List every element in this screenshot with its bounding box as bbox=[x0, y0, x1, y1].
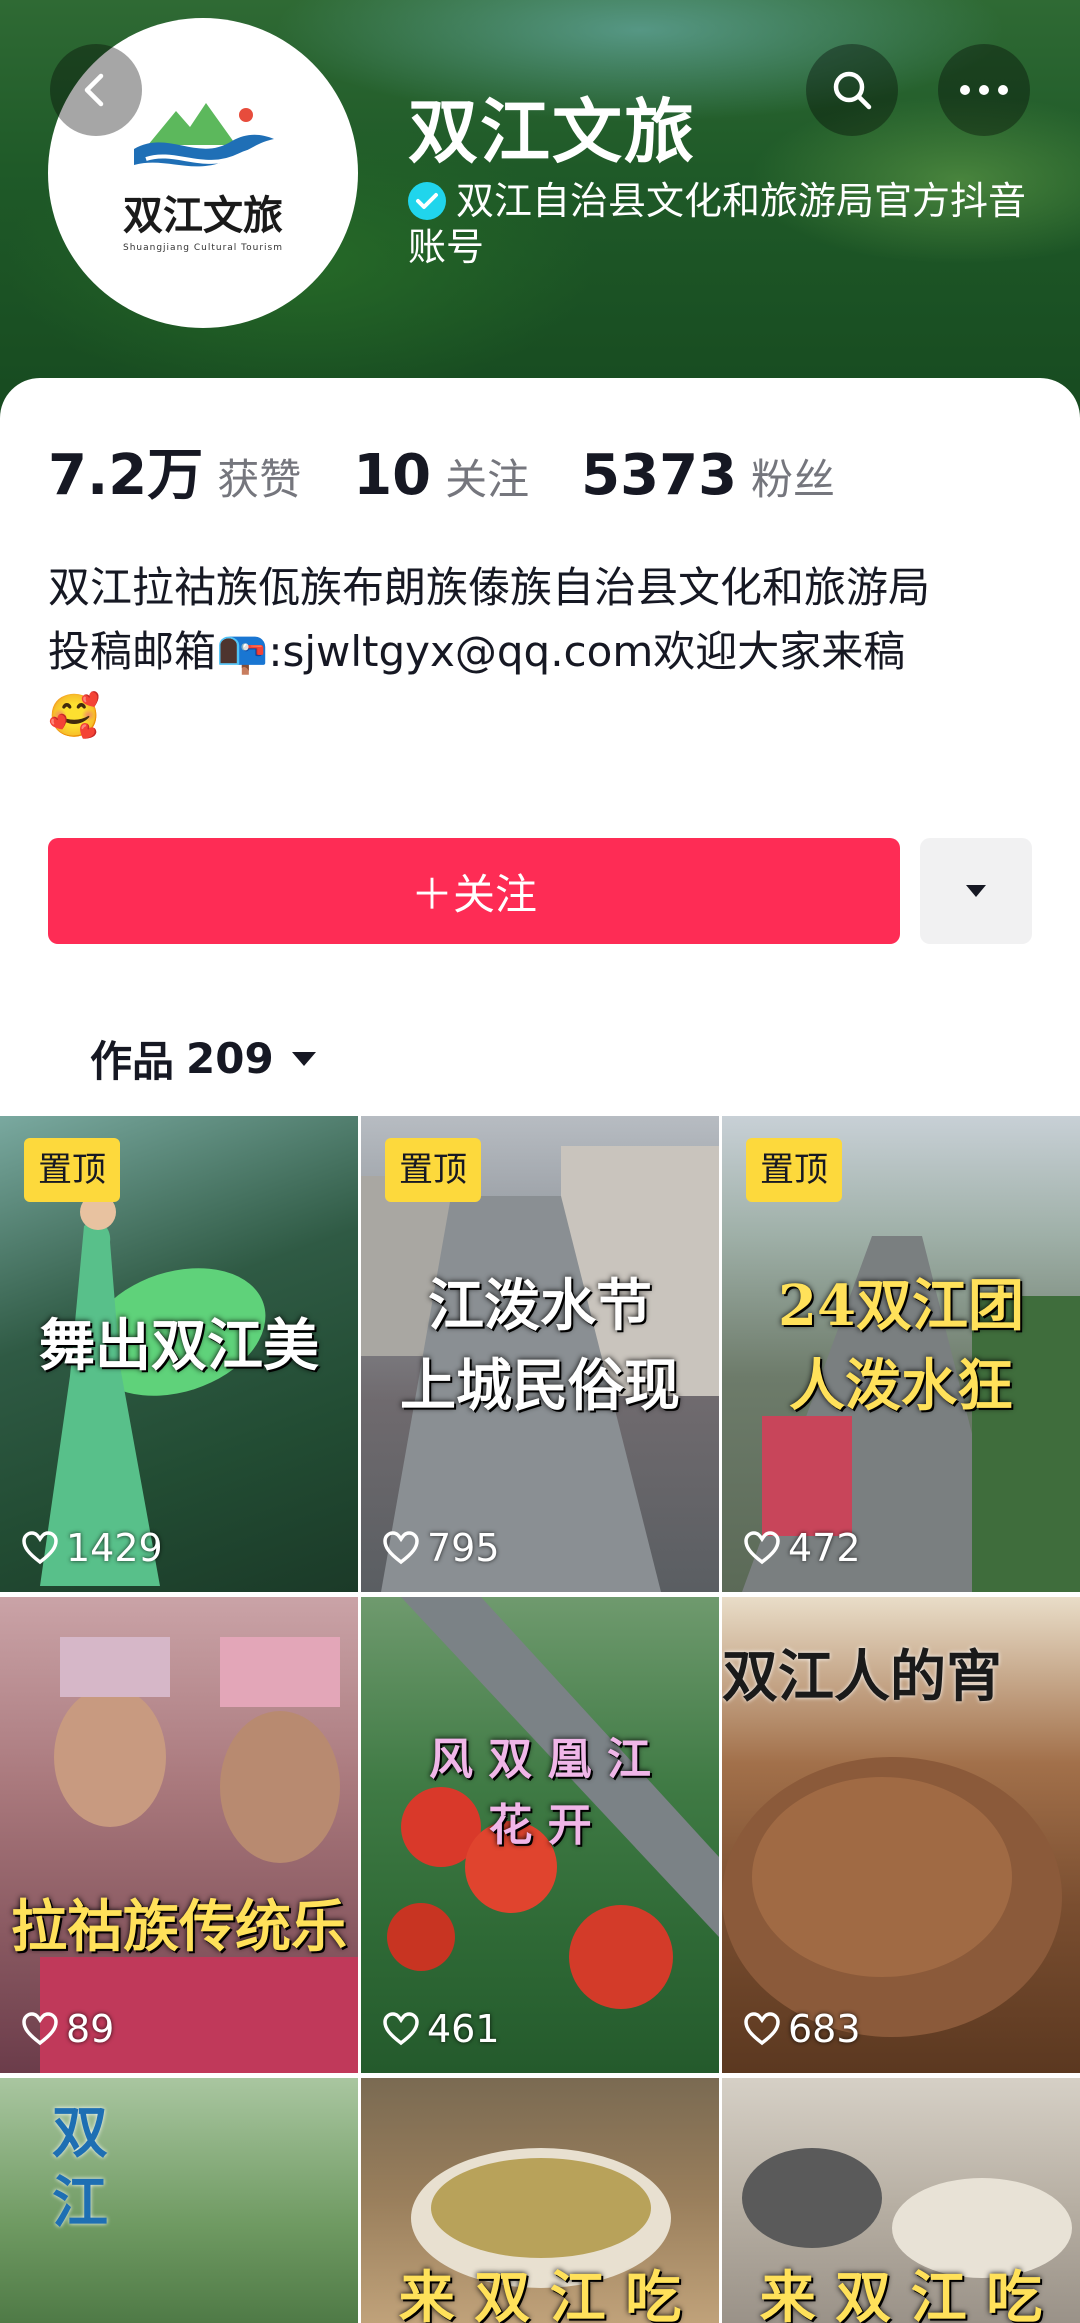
tab-works-count: 209 bbox=[186, 1034, 274, 1083]
elders-portrait-art bbox=[40, 1637, 358, 2073]
pinned-badge: 置顶 bbox=[24, 1138, 120, 1202]
heart-icon bbox=[383, 1531, 419, 1565]
video-likes: 472 bbox=[744, 1526, 861, 1570]
video-likes: 461 bbox=[383, 2007, 500, 2051]
video-title: 双 江 bbox=[52, 2100, 108, 2236]
video-tile[interactable]: 置顶 江泼水节 上城民俗现 795 bbox=[361, 1116, 719, 1592]
video-tile[interactable]: 置顶 舞出双江美 1429 bbox=[0, 1116, 358, 1592]
video-likes-count: 1429 bbox=[66, 1526, 163, 1570]
video-likes: 1429 bbox=[22, 1526, 163, 1570]
video-likes-count: 795 bbox=[427, 1526, 500, 1570]
video-tile[interactable]: 双江人的宵 683 bbox=[722, 1597, 1080, 2073]
video-title: 江泼水节 上城民俗现 bbox=[400, 1273, 680, 1419]
heart-icon bbox=[22, 1531, 58, 1565]
tab-works-label: 作品 bbox=[90, 1037, 175, 1086]
video-grid: 置顶 舞出双江美 1429 置顶 江泼水节 上城民俗现 795 置顶 24双江团… bbox=[0, 1116, 1080, 2323]
video-likes: 89 bbox=[22, 2007, 114, 2051]
tab-works[interactable]: 作品 209 bbox=[90, 1028, 318, 1089]
video-likes-count: 683 bbox=[788, 2007, 861, 2051]
video-tile[interactable]: 置顶 24双江团 人泼水狂 472 bbox=[722, 1116, 1080, 1592]
search-button[interactable] bbox=[806, 44, 898, 136]
video-likes-count: 461 bbox=[427, 2007, 500, 2051]
search-icon bbox=[833, 71, 872, 110]
video-likes-count: 472 bbox=[788, 1526, 861, 1570]
verified-text: 双江自治县文化和旅游局官方抖音账号 bbox=[408, 179, 1027, 269]
followers-count[interactable]: 5373 bbox=[581, 443, 737, 508]
following-count[interactable]: 10 bbox=[353, 443, 431, 508]
heart-icon bbox=[383, 2012, 419, 2046]
pinned-badge: 置顶 bbox=[746, 1138, 842, 1202]
more-dots-icon bbox=[960, 85, 1008, 95]
account-name: 双江文旅 bbox=[408, 91, 696, 173]
video-title: 来 双 江 吃 bbox=[398, 2265, 682, 2323]
follow-button[interactable]: ＋关注 bbox=[48, 838, 900, 944]
video-title: 拉祜族传统乐 bbox=[11, 1894, 347, 1960]
followers-label[interactable]: 粉丝 bbox=[751, 446, 835, 507]
video-title: 24双江团 人泼水狂 bbox=[778, 1273, 1024, 1419]
video-likes-count: 89 bbox=[66, 2007, 115, 2051]
pinned-badge: 置顶 bbox=[385, 1138, 481, 1202]
more-button[interactable] bbox=[938, 44, 1030, 136]
bio: 双江拉祜族佤族布朗族傣族自治县文化和旅游局 投稿邮箱📭:sjwltgyx@qq.… bbox=[48, 556, 1038, 748]
verified-check-icon bbox=[408, 182, 446, 220]
stats-row: 7.2万 获赞 10 关注 5373 粉丝 bbox=[48, 430, 887, 508]
video-likes: 683 bbox=[744, 2007, 861, 2051]
bio-email: :sjwltgyx@qq.com欢迎大家来稿 bbox=[268, 627, 906, 676]
video-likes: 795 bbox=[383, 1526, 500, 1570]
caret-down-icon bbox=[291, 1051, 316, 1066]
video-title: 来 双 江 吃 bbox=[759, 2265, 1043, 2323]
bio-line-1: 双江拉祜族佤族布朗族傣族自治县文化和旅游局 bbox=[48, 563, 931, 612]
recommend-dropdown-button[interactable] bbox=[920, 838, 1032, 944]
video-title: 舞出双江美 bbox=[39, 1313, 319, 1379]
mailbox-icon: 📭 bbox=[216, 627, 269, 676]
logo-mark-icon bbox=[134, 103, 275, 167]
bio-email-prefix: 投稿邮箱 bbox=[48, 627, 217, 676]
verified-description: 双江自治县文化和旅游局官方抖音账号 bbox=[408, 178, 1048, 270]
smiling-hearts-icon: 🥰 bbox=[48, 691, 101, 740]
heart-icon bbox=[744, 1531, 780, 1565]
caret-down-icon bbox=[966, 885, 986, 897]
video-tile[interactable]: 双 江 bbox=[0, 2078, 358, 2323]
following-label[interactable]: 关注 bbox=[445, 446, 529, 507]
heart-icon bbox=[22, 2012, 58, 2046]
video-tile[interactable]: 风 双 凰 江 花 开 461 bbox=[361, 1597, 719, 2073]
avatar-logo-text: 双江文旅 bbox=[123, 192, 283, 239]
bio-line-2: 投稿邮箱📭:sjwltgyx@qq.com欢迎大家来稿 bbox=[48, 620, 1038, 684]
chevron-left-icon bbox=[84, 73, 104, 107]
video-title: 双江人的宵 bbox=[722, 1644, 1002, 1710]
video-title: 风 双 凰 江 花 开 bbox=[429, 1734, 651, 1851]
avatar-logo-subtitle: Shuangjiang Cultural Tourism bbox=[123, 243, 283, 253]
back-button[interactable] bbox=[50, 44, 142, 136]
video-tile[interactable]: 来 双 江 吃 bbox=[361, 2078, 719, 2323]
video-tile[interactable]: 来 双 江 吃 bbox=[722, 2078, 1080, 2323]
video-tile[interactable]: 拉祜族传统乐 89 bbox=[0, 1597, 358, 2073]
likes-label: 获赞 bbox=[217, 455, 302, 504]
heart-icon bbox=[744, 2012, 780, 2046]
likes-count: 7.2万 bbox=[48, 443, 204, 508]
